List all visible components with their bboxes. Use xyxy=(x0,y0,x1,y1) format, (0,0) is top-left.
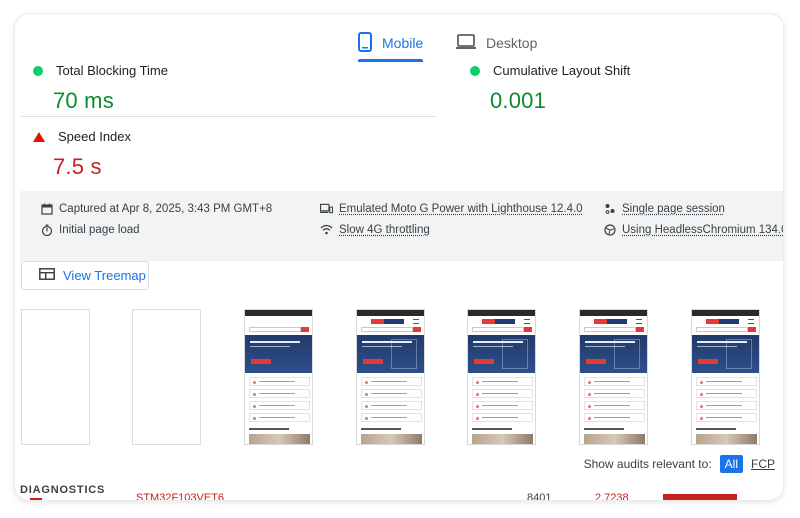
metric-value: 7.5 s xyxy=(53,154,102,179)
metric-value: 0.001 xyxy=(490,88,547,113)
pass-indicator-icon xyxy=(33,65,43,76)
filter-fcp-button[interactable]: FCP xyxy=(751,457,775,471)
pass-indicator-icon xyxy=(470,65,480,76)
page-session[interactable]: Single page session xyxy=(603,202,725,215)
diagnostics-heading: DIAGNOSTICS xyxy=(20,484,106,496)
calendar-icon xyxy=(40,202,53,215)
emulated-device-text: Emulated Moto G Power with Lighthouse 12… xyxy=(339,202,583,215)
people-icon xyxy=(603,202,616,215)
globe-icon xyxy=(603,223,616,236)
tab-desktop[interactable]: Desktop xyxy=(456,24,537,62)
network-throttling[interactable]: Slow 4G throttling xyxy=(320,223,430,236)
page-session-text: Single page session xyxy=(622,202,725,215)
fail-indicator-icon xyxy=(30,498,42,500)
captured-at: Captured at Apr 8, 2025, 3:43 PM GMT+8 xyxy=(40,202,272,215)
tab-mobile-label: Mobile xyxy=(382,35,424,51)
metric-label: Speed Index xyxy=(58,129,132,144)
browser-version[interactable]: Using HeadlessChromium 134.0.6 xyxy=(603,223,783,236)
laptop-icon xyxy=(456,33,476,53)
diagnostic-row-value: 2.7238 xyxy=(595,492,629,500)
emulated-device[interactable]: Emulated Moto G Power with Lighthouse 12… xyxy=(320,202,583,215)
metrics-divider xyxy=(21,116,436,117)
view-treemap-label: View Treemap xyxy=(63,268,146,283)
filmstrip-frame xyxy=(244,309,313,445)
smartphone-icon xyxy=(358,31,372,55)
network-throttling-text: Slow 4G throttling xyxy=(339,223,430,236)
active-tab-indicator xyxy=(358,59,424,62)
fail-triangle-icon xyxy=(33,131,45,142)
tab-desktop-label: Desktop xyxy=(486,35,538,51)
run-info-panel: Captured at Apr 8, 2025, 3:43 PM GMT+8 I… xyxy=(20,191,783,261)
diagnostic-row-bar xyxy=(663,494,737,500)
filmstrip-frame xyxy=(467,309,536,445)
report-panel: Mobile Desktop Total Blocking Time 70 ms… xyxy=(15,14,783,500)
metric-total-blocking-time: Total Blocking Time 70 ms xyxy=(33,63,168,114)
tab-mobile[interactable]: Mobile xyxy=(358,24,424,62)
metric-value: 70 ms xyxy=(53,88,114,113)
metric-cumulative-layout-shift: Cumulative Layout Shift 0.001 xyxy=(470,63,630,114)
timer-icon xyxy=(40,223,53,236)
metric-label: Cumulative Layout Shift xyxy=(493,63,631,78)
treemap-icon xyxy=(39,268,55,283)
diagnostic-row-value: 8401 xyxy=(527,492,552,500)
devices-icon xyxy=(320,202,333,215)
filmstrip-frame xyxy=(21,309,90,445)
initial-load: Initial page load xyxy=(40,223,140,236)
audit-filter-label: Show audits relevant to: xyxy=(583,457,712,471)
diagnostic-row-label: STM32F103VET6 xyxy=(136,492,225,500)
wifi-icon xyxy=(320,223,333,236)
initial-load-text: Initial page load xyxy=(59,223,140,236)
browser-version-text: Using HeadlessChromium 134.0.6 xyxy=(622,223,783,236)
metric-speed-index: Speed Index 7.5 s xyxy=(33,129,131,180)
filmstrip-frame xyxy=(691,309,760,445)
view-treemap-button[interactable]: View Treemap xyxy=(21,261,149,290)
metric-label: Total Blocking Time xyxy=(56,63,168,78)
audit-filter: Show audits relevant to: All FCP xyxy=(584,455,775,473)
filmstrip-frame xyxy=(579,309,648,445)
captured-at-text: Captured at Apr 8, 2025, 3:43 PM GMT+8 xyxy=(59,202,273,215)
filmstrip-frame xyxy=(132,309,201,445)
filter-all-button[interactable]: All xyxy=(719,455,743,473)
filmstrip-frame xyxy=(356,309,425,445)
